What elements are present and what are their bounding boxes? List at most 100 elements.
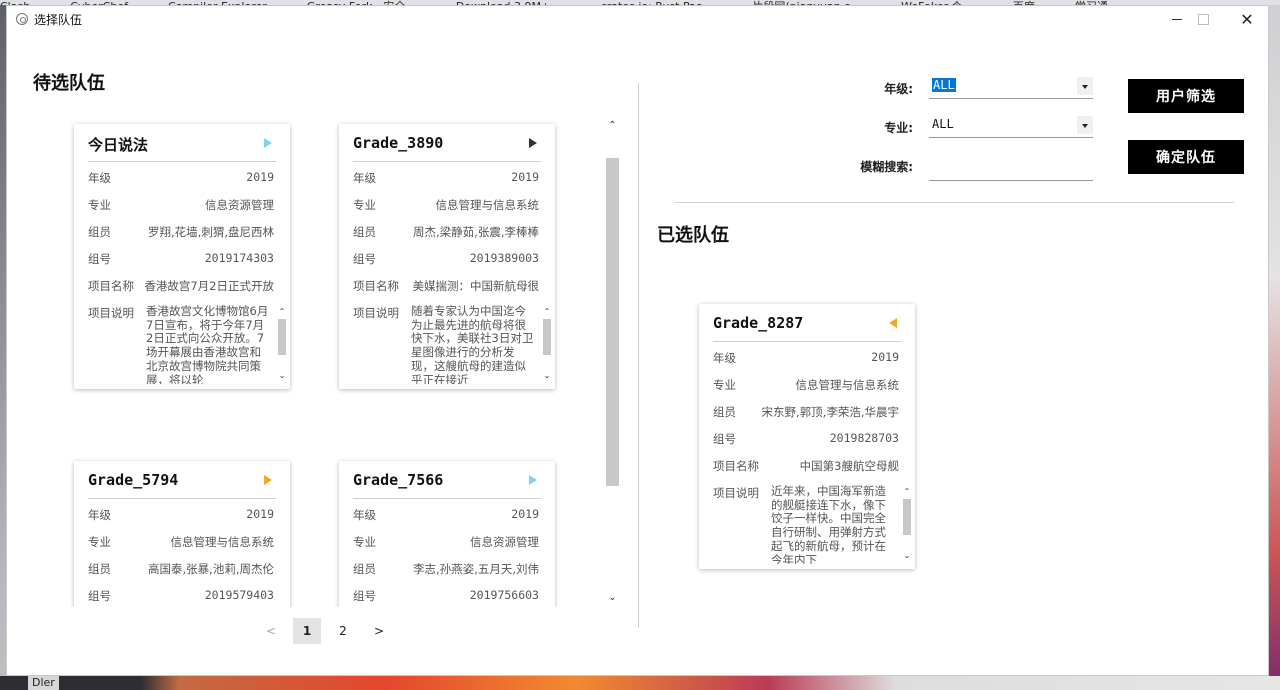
grade-select-value: ALL [932, 78, 956, 92]
scroll-up-icon[interactable]: ⌃ [541, 307, 553, 317]
scroll-down-icon[interactable]: ⌄ [541, 371, 553, 381]
field-label: 年级 [353, 171, 376, 185]
team-card-row: 年级 2019 [353, 162, 541, 189]
scroll-up-icon[interactable]: ⌃ [604, 118, 621, 134]
candidate-teams-title: 待选队伍 [33, 73, 105, 94]
field-label: 组员 [88, 562, 111, 576]
candidate-team-list[interactable]: 今日说法 年级 2019 专业 信息资源管理 组员 罗翔,花墙,刺猬,盘尼西林 组号 20191… [63, 114, 603, 607]
add-team-arrow-icon[interactable] [264, 138, 272, 148]
scroll-up-icon[interactable]: ⌃ [276, 307, 288, 317]
fuzzy-search-label: 模糊搜索: [860, 160, 913, 174]
field-label: 专业 [353, 198, 376, 212]
field-value: 2019 [871, 350, 899, 364]
field-label: 组号 [353, 589, 376, 603]
team-card-header: Grade_7566 [353, 461, 541, 499]
close-button[interactable]: ✕ [1224, 6, 1270, 32]
field-label: 年级 [353, 508, 376, 522]
description-label: 项目说明 [353, 306, 399, 320]
team-card[interactable]: Grade_3890 年级 2019 专业 信息管理与信息系统 组员 周杰,梁静茹,张震,李… [339, 124, 555, 389]
field-label: 组员 [88, 225, 111, 239]
scroll-down-icon[interactable]: ⌄ [604, 590, 621, 606]
description-scrollbar[interactable]: ⌃ ⌄ [541, 307, 553, 381]
maximize-button[interactable] [1180, 6, 1226, 32]
team-card-row: 组员 周杰,梁静茹,张震,李棒棒 [353, 216, 541, 243]
description-scrollbar[interactable]: ⌃ ⌄ [276, 307, 288, 381]
description-label: 项目说明 [713, 486, 759, 500]
team-name: Grade_5794 [88, 471, 179, 489]
field-label: 组员 [353, 562, 376, 576]
grade-select[interactable]: ALL [929, 73, 1093, 99]
add-team-arrow-icon[interactable] [529, 475, 537, 485]
title-bar[interactable]: 选择队伍 ✕ [7, 6, 1268, 32]
project-description: 项目说明 香港故宫文化博物馆6月7日宣布，将于今年7月2日正式向公众开放。7场开幕… [88, 297, 286, 389]
team-card[interactable]: Grade_5794 年级 2019 专业 信息管理与信息系统 组员 高国泰,张暴,池莉,周… [74, 461, 290, 607]
user-filter-button[interactable]: 用户筛选 [1128, 79, 1244, 113]
field-value: 罗翔,花墙,刺猬,盘尼西林 [148, 225, 274, 239]
team-card-row: 年级 2019 [88, 499, 276, 526]
candidate-list-scrollbar[interactable]: ⌃ ⌄ [604, 118, 621, 606]
pagination: < 1 2 > [257, 617, 401, 645]
team-card[interactable]: Grade_8287 年级 2019 专业 信息管理与信息系统 组员 宋东野,郭顶,李荣浩,… [699, 304, 915, 569]
field-label: 年级 [713, 351, 736, 365]
team-card-row: 项目名称 香港故宫7月2日正式开放 [88, 270, 276, 297]
chevron-down-icon[interactable] [1077, 77, 1093, 95]
field-label: 组号 [713, 432, 736, 446]
field-label: 年级 [88, 508, 111, 522]
description-label: 项目说明 [88, 306, 134, 320]
scrollbar-thumb[interactable] [278, 319, 286, 355]
description-text[interactable]: 随着专家认为中国迄今为止最先进的航母将很快下水，美联社3日对卫星图像进行的分析发… [411, 305, 535, 384]
grade-label: 年级: [884, 82, 913, 96]
team-card-row: 年级 2019 [353, 499, 541, 526]
major-select[interactable]: ALL [929, 112, 1093, 138]
scroll-up-icon[interactable]: ⌃ [901, 487, 913, 497]
prev-page-button[interactable]: < [257, 618, 285, 644]
field-label: 组号 [88, 252, 111, 266]
page-button-1[interactable]: 1 [293, 618, 321, 644]
team-card-row: 年级 2019 [88, 162, 276, 189]
team-card-row: 组员 高国泰,张暴,池莉,周杰伦 [88, 553, 276, 580]
scroll-down-icon[interactable]: ⌄ [276, 371, 288, 381]
field-label: 组员 [713, 405, 736, 419]
horizontal-divider [675, 202, 1234, 203]
scroll-down-icon[interactable]: ⌄ [901, 551, 913, 561]
field-label: 项目名称 [88, 279, 134, 293]
field-label: 专业 [88, 535, 111, 549]
window-title: 选择队伍 [34, 13, 83, 27]
scrollbar-thumb[interactable] [606, 158, 619, 486]
team-card-row: 年级 2019 [713, 342, 901, 369]
chevron-down-icon[interactable] [1077, 116, 1093, 134]
select-team-window: 选择队伍 ✕ 待选队伍 今日说法 年级 2019 专业 信息资源管理 组员 罗翔,花墙,刺猬… [6, 5, 1269, 676]
team-card-header: Grade_8287 [713, 304, 901, 342]
team-card-row: 专业 信息资源管理 [353, 526, 541, 553]
description-text[interactable]: 香港故宫文化博物馆6月7日宣布，将于今年7月2日正式向公众开放。7场开幕展由香港… [146, 305, 270, 384]
team-card-row: 专业 信息管理与信息系统 [713, 369, 901, 396]
scrollbar-thumb[interactable] [543, 319, 551, 355]
background-desktop [1269, 5, 1280, 690]
remove-team-arrow-icon[interactable] [889, 318, 897, 328]
description-scrollbar[interactable]: ⌃ ⌄ [901, 487, 913, 561]
team-card-row: 组员 宋东野,郭顶,李荣浩,华晨宇 [713, 396, 901, 423]
field-value: 2019579403 [204, 588, 274, 602]
field-value: 周杰,梁静茹,张震,李棒棒 [413, 225, 539, 239]
description-text[interactable]: 近年来，中国海军新造的舰艇接连下水，像下饺子一样快。中国完全自行研制、用弹射方式… [771, 485, 895, 564]
team-card[interactable]: 今日说法 年级 2019 专业 信息资源管理 组员 罗翔,花墙,刺猬,盘尼西林 组号 20191… [74, 124, 290, 389]
fuzzy-search-input[interactable] [929, 155, 1093, 181]
page-button-2[interactable]: 2 [329, 618, 357, 644]
scrollbar-thumb[interactable] [903, 499, 911, 535]
field-value: 美媒揣测：中国新航母很 [412, 279, 540, 293]
add-team-arrow-icon[interactable] [264, 475, 272, 485]
field-value: 2019756603 [469, 588, 539, 602]
field-label: 年级 [88, 171, 111, 185]
team-card-row: 专业 信息管理与信息系统 [88, 526, 276, 553]
team-card[interactable]: Grade_7566 年级 2019 专业 信息资源管理 组员 李志,孙燕姿,五月天,刘伟组… [339, 461, 555, 607]
add-team-arrow-icon[interactable] [529, 138, 537, 148]
team-card-row: 组号 2019579403 [88, 580, 276, 607]
next-page-button[interactable]: > [365, 618, 393, 644]
field-label: 组号 [88, 589, 111, 603]
team-card-row: 项目名称 中国第3艘航空母舰 [713, 450, 901, 477]
team-card-row: 组员 罗翔,花墙,刺猬,盘尼西林 [88, 216, 276, 243]
selected-teams-title: 已选队伍 [657, 225, 729, 246]
field-value: 2019 [511, 507, 539, 521]
field-label: 专业 [353, 535, 376, 549]
confirm-team-button[interactable]: 确定队伍 [1128, 140, 1244, 174]
